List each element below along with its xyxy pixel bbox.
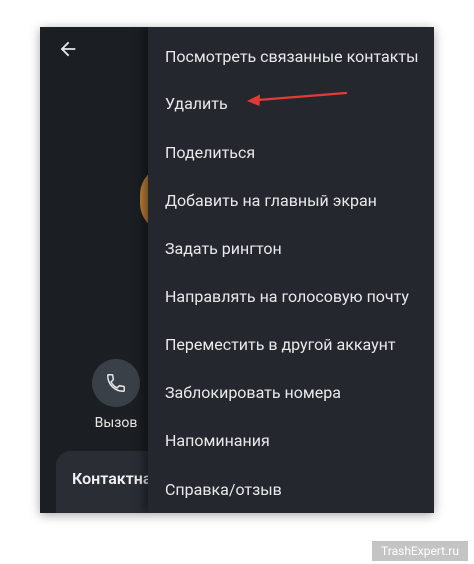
watermark: TrashExpert.ru — [372, 541, 468, 561]
back-button[interactable] — [54, 35, 82, 63]
phone-screen: Вызов Контактна Посмотреть связанные кон… — [40, 27, 434, 513]
contact-info-title: Контактна — [72, 469, 152, 488]
menu-item-delete[interactable]: Удалить — [165, 92, 228, 116]
overflow-menu: Посмотреть связанные контакты Удалить По… — [148, 27, 434, 513]
menu-item-reminders[interactable]: Напоминания — [165, 429, 270, 453]
menu-item-share[interactable]: Поделиться — [165, 141, 255, 165]
call-button[interactable] — [92, 359, 140, 407]
menu-item-route-to-voicemail[interactable]: Направлять на голосовую почту — [165, 285, 409, 309]
menu-item-set-ringtone[interactable]: Задать рингтон — [165, 237, 282, 261]
menu-item-move-to-account[interactable]: Переместить в другой аккаунт — [165, 333, 396, 357]
menu-item-add-to-home[interactable]: Добавить на главный экран — [165, 189, 377, 213]
phone-icon — [107, 374, 125, 392]
menu-item-help-feedback[interactable]: Справка/отзыв — [165, 478, 282, 502]
menu-item-view-linked-contacts[interactable]: Посмотреть связанные контакты — [165, 45, 419, 69]
arrow-left-icon — [60, 41, 76, 57]
menu-item-block-numbers[interactable]: Заблокировать номера — [165, 381, 341, 405]
call-label: Вызов — [94, 415, 138, 431]
